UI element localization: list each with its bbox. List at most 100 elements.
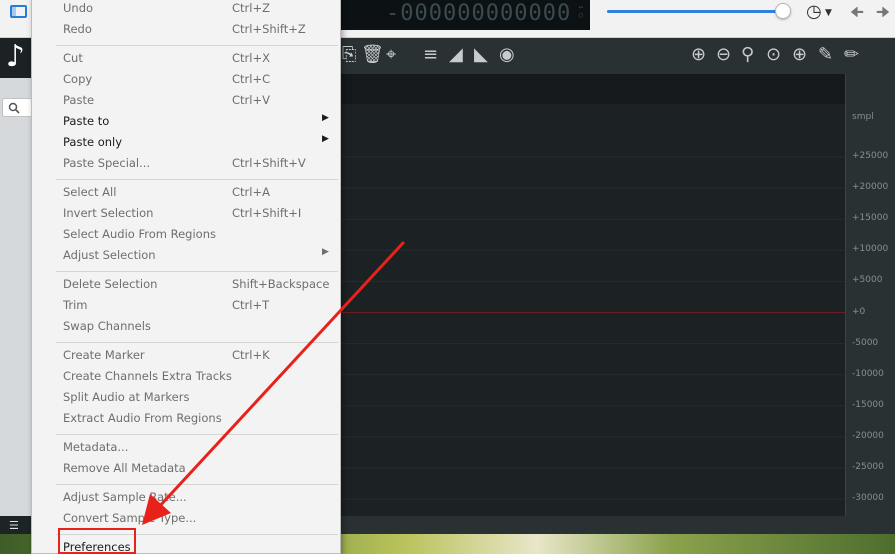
- crop-icon[interactable]: ⌖: [386, 44, 396, 66]
- zoom-all-icon[interactable]: ⊕: [792, 44, 807, 66]
- menu-item-shortcut: Shift+Backspace: [232, 277, 330, 291]
- menu-item-label: Remove All Metadata: [63, 461, 186, 475]
- menu-item-label: Swap Channels: [63, 319, 151, 333]
- window-layout-icon[interactable]: [10, 5, 27, 18]
- zoom-out-icon[interactable]: ⊖: [716, 44, 731, 66]
- menu-item-swap-channels[interactable]: Swap Channels: [32, 316, 340, 336]
- menu-item-label: Adjust Selection: [63, 248, 156, 262]
- arrow-left-icon[interactable]: 🠈: [850, 2, 864, 27]
- menu-item-shortcut: Ctrl+A: [232, 185, 270, 199]
- edit-context-menu: Undo Ctrl+Z Redo Ctrl+Shift+Z Cut Ctrl+X Copy C…: [31, 0, 341, 554]
- menu-item-select-all[interactable]: Select All Ctrl+A: [32, 182, 340, 202]
- menu-item-select-audio-from-regions[interactable]: Select Audio From Regions: [32, 224, 340, 244]
- menu-item-shortcut: Ctrl+Shift+I: [232, 206, 302, 220]
- menu-item-shortcut: Ctrl+Z: [232, 1, 270, 15]
- axis-tick-label: -10000: [852, 368, 884, 379]
- time-display: -000000000000 ↦ ◯: [340, 0, 590, 30]
- menu-item-label: Metadata...: [63, 440, 129, 454]
- trash-icon[interactable]: 🗑: [361, 44, 384, 66]
- menu-item-cut[interactable]: Cut Ctrl+X: [32, 48, 340, 68]
- list-icon[interactable]: ☰: [9, 519, 19, 532]
- menu-item-label: Convert Sample Type...: [63, 511, 197, 525]
- menu-separator: [56, 484, 338, 485]
- music-note-icon: ♪: [0, 38, 31, 78]
- axis-tick-label: +25000: [852, 151, 889, 161]
- chevron-right-icon: ▶: [322, 113, 329, 123]
- menu-item-label: Invert Selection: [63, 206, 154, 220]
- menu-separator: [56, 271, 338, 272]
- menu-item-label: Trim: [63, 298, 88, 312]
- axis-tick-label: +5000: [852, 275, 883, 286]
- timecode-readout: -000000000000: [386, 1, 572, 26]
- menu-item-label: Adjust Sample Rate...: [63, 490, 187, 504]
- time-format-icon[interactable]: ↦ ◯: [579, 3, 584, 19]
- menu-item-invert-selection[interactable]: Invert Selection Ctrl+Shift+I: [32, 203, 340, 223]
- history-icon[interactable]: ◷: [806, 1, 822, 22]
- menu-item-redo[interactable]: Redo Ctrl+Shift+Z: [32, 19, 340, 39]
- menu-item-label: Redo: [63, 22, 92, 36]
- menu-separator: [56, 342, 338, 343]
- chevron-right-icon: ▶: [322, 247, 329, 257]
- menu-item-shortcut: Ctrl+Shift+V: [232, 156, 306, 170]
- zoom-fit-icon[interactable]: ⚲: [741, 44, 754, 66]
- chevron-down-icon[interactable]: ▼: [825, 8, 832, 18]
- menu-item-create-marker[interactable]: Create Marker Ctrl+K: [32, 345, 340, 365]
- zoom-in-icon[interactable]: ⊕: [691, 44, 706, 66]
- menu-item-split-audio-at-markers[interactable]: Split Audio at Markers: [32, 387, 340, 407]
- eraser-icon[interactable]: ✏: [844, 44, 859, 66]
- menu-item-undo[interactable]: Undo Ctrl+Z: [32, 0, 340, 18]
- menu-item-label: Select Audio From Regions: [63, 227, 216, 241]
- axis-tick-label: +15000: [852, 213, 889, 224]
- normalize-icon[interactable]: ◉: [499, 44, 515, 66]
- menu-item-create-channels-extra-tracks[interactable]: Create Channels Extra Tracks: [32, 366, 340, 386]
- volume-slider-thumb[interactable]: [775, 3, 791, 19]
- menu-item-label: Copy: [63, 72, 93, 86]
- pencil-icon[interactable]: ✎: [818, 44, 833, 66]
- zoom-selection-icon[interactable]: ⊙: [766, 44, 781, 66]
- axis-tick-label: -30000: [852, 493, 884, 504]
- axis-tick-label: -5000: [852, 337, 879, 348]
- fade-out-icon[interactable]: ◣: [474, 44, 488, 66]
- menu-item-shortcut: Ctrl+C: [232, 72, 271, 86]
- fade-in-icon[interactable]: ◢: [449, 44, 463, 66]
- menu-item-shortcut: Ctrl+T: [232, 298, 270, 312]
- menu-item-delete-selection[interactable]: Delete Selection Shift+Backspace: [32, 274, 340, 294]
- status-bar: [340, 516, 895, 534]
- arrow-right-icon[interactable]: 🠊: [876, 2, 890, 27]
- menu-item-shortcut: Ctrl+Shift+Z: [232, 22, 306, 36]
- menu-item-label: Paste Special...: [63, 156, 151, 170]
- axis-tick-label: +20000: [852, 182, 889, 193]
- menu-item-adjust-sample-rate[interactable]: Adjust Sample Rate...: [32, 487, 340, 507]
- menu-item-label: Delete Selection: [63, 277, 158, 291]
- menu-item-label: Paste: [63, 93, 95, 107]
- axis-unit: smpl: [852, 112, 874, 122]
- volume-slider-track[interactable]: [607, 10, 784, 13]
- menu-item-metadata[interactable]: Metadata...: [32, 437, 340, 457]
- menu-item-label: Create Marker: [63, 348, 145, 362]
- axis-tick-label: -25000: [852, 462, 884, 472]
- align-icon[interactable]: ≡: [423, 44, 438, 66]
- menu-item-paste-to[interactable]: Paste to ▶: [32, 111, 340, 131]
- menu-item-convert-sample-type[interactable]: Convert Sample Type...: [32, 508, 340, 528]
- menu-item-label: Split Audio at Markers: [63, 390, 190, 404]
- waveform-grid: [340, 156, 845, 500]
- menu-item-paste[interactable]: Paste Ctrl+V: [32, 90, 340, 110]
- menu-item-paste-special[interactable]: Paste Special... Ctrl+Shift+V: [32, 153, 340, 173]
- menu-separator: [56, 179, 338, 180]
- menu-item-label: Extract Audio From Regions: [63, 411, 222, 425]
- menu-item-extract-audio-from-regions[interactable]: Extract Audio From Regions: [32, 408, 340, 428]
- menu-item-trim[interactable]: Trim Ctrl+T: [32, 295, 340, 315]
- menu-item-label: Select All: [63, 185, 117, 199]
- axis-tick-label: +10000: [852, 244, 889, 255]
- menu-item-paste-only[interactable]: Paste only ▶: [32, 132, 340, 152]
- axis-tick-label: +0: [852, 306, 866, 317]
- menu-item-adjust-selection[interactable]: Adjust Selection ▶: [32, 245, 340, 265]
- side-panel: [0, 78, 31, 516]
- menu-item-remove-all-metadata[interactable]: Remove All Metadata: [32, 458, 340, 478]
- menu-item-label: Cut: [63, 51, 83, 65]
- paste-icon[interactable]: ⎘: [342, 44, 356, 66]
- menu-item-shortcut: Ctrl+X: [232, 51, 270, 65]
- search-input[interactable]: [2, 98, 31, 117]
- menu-item-label: Paste to: [63, 114, 110, 128]
- menu-item-copy[interactable]: Copy Ctrl+C: [32, 69, 340, 89]
